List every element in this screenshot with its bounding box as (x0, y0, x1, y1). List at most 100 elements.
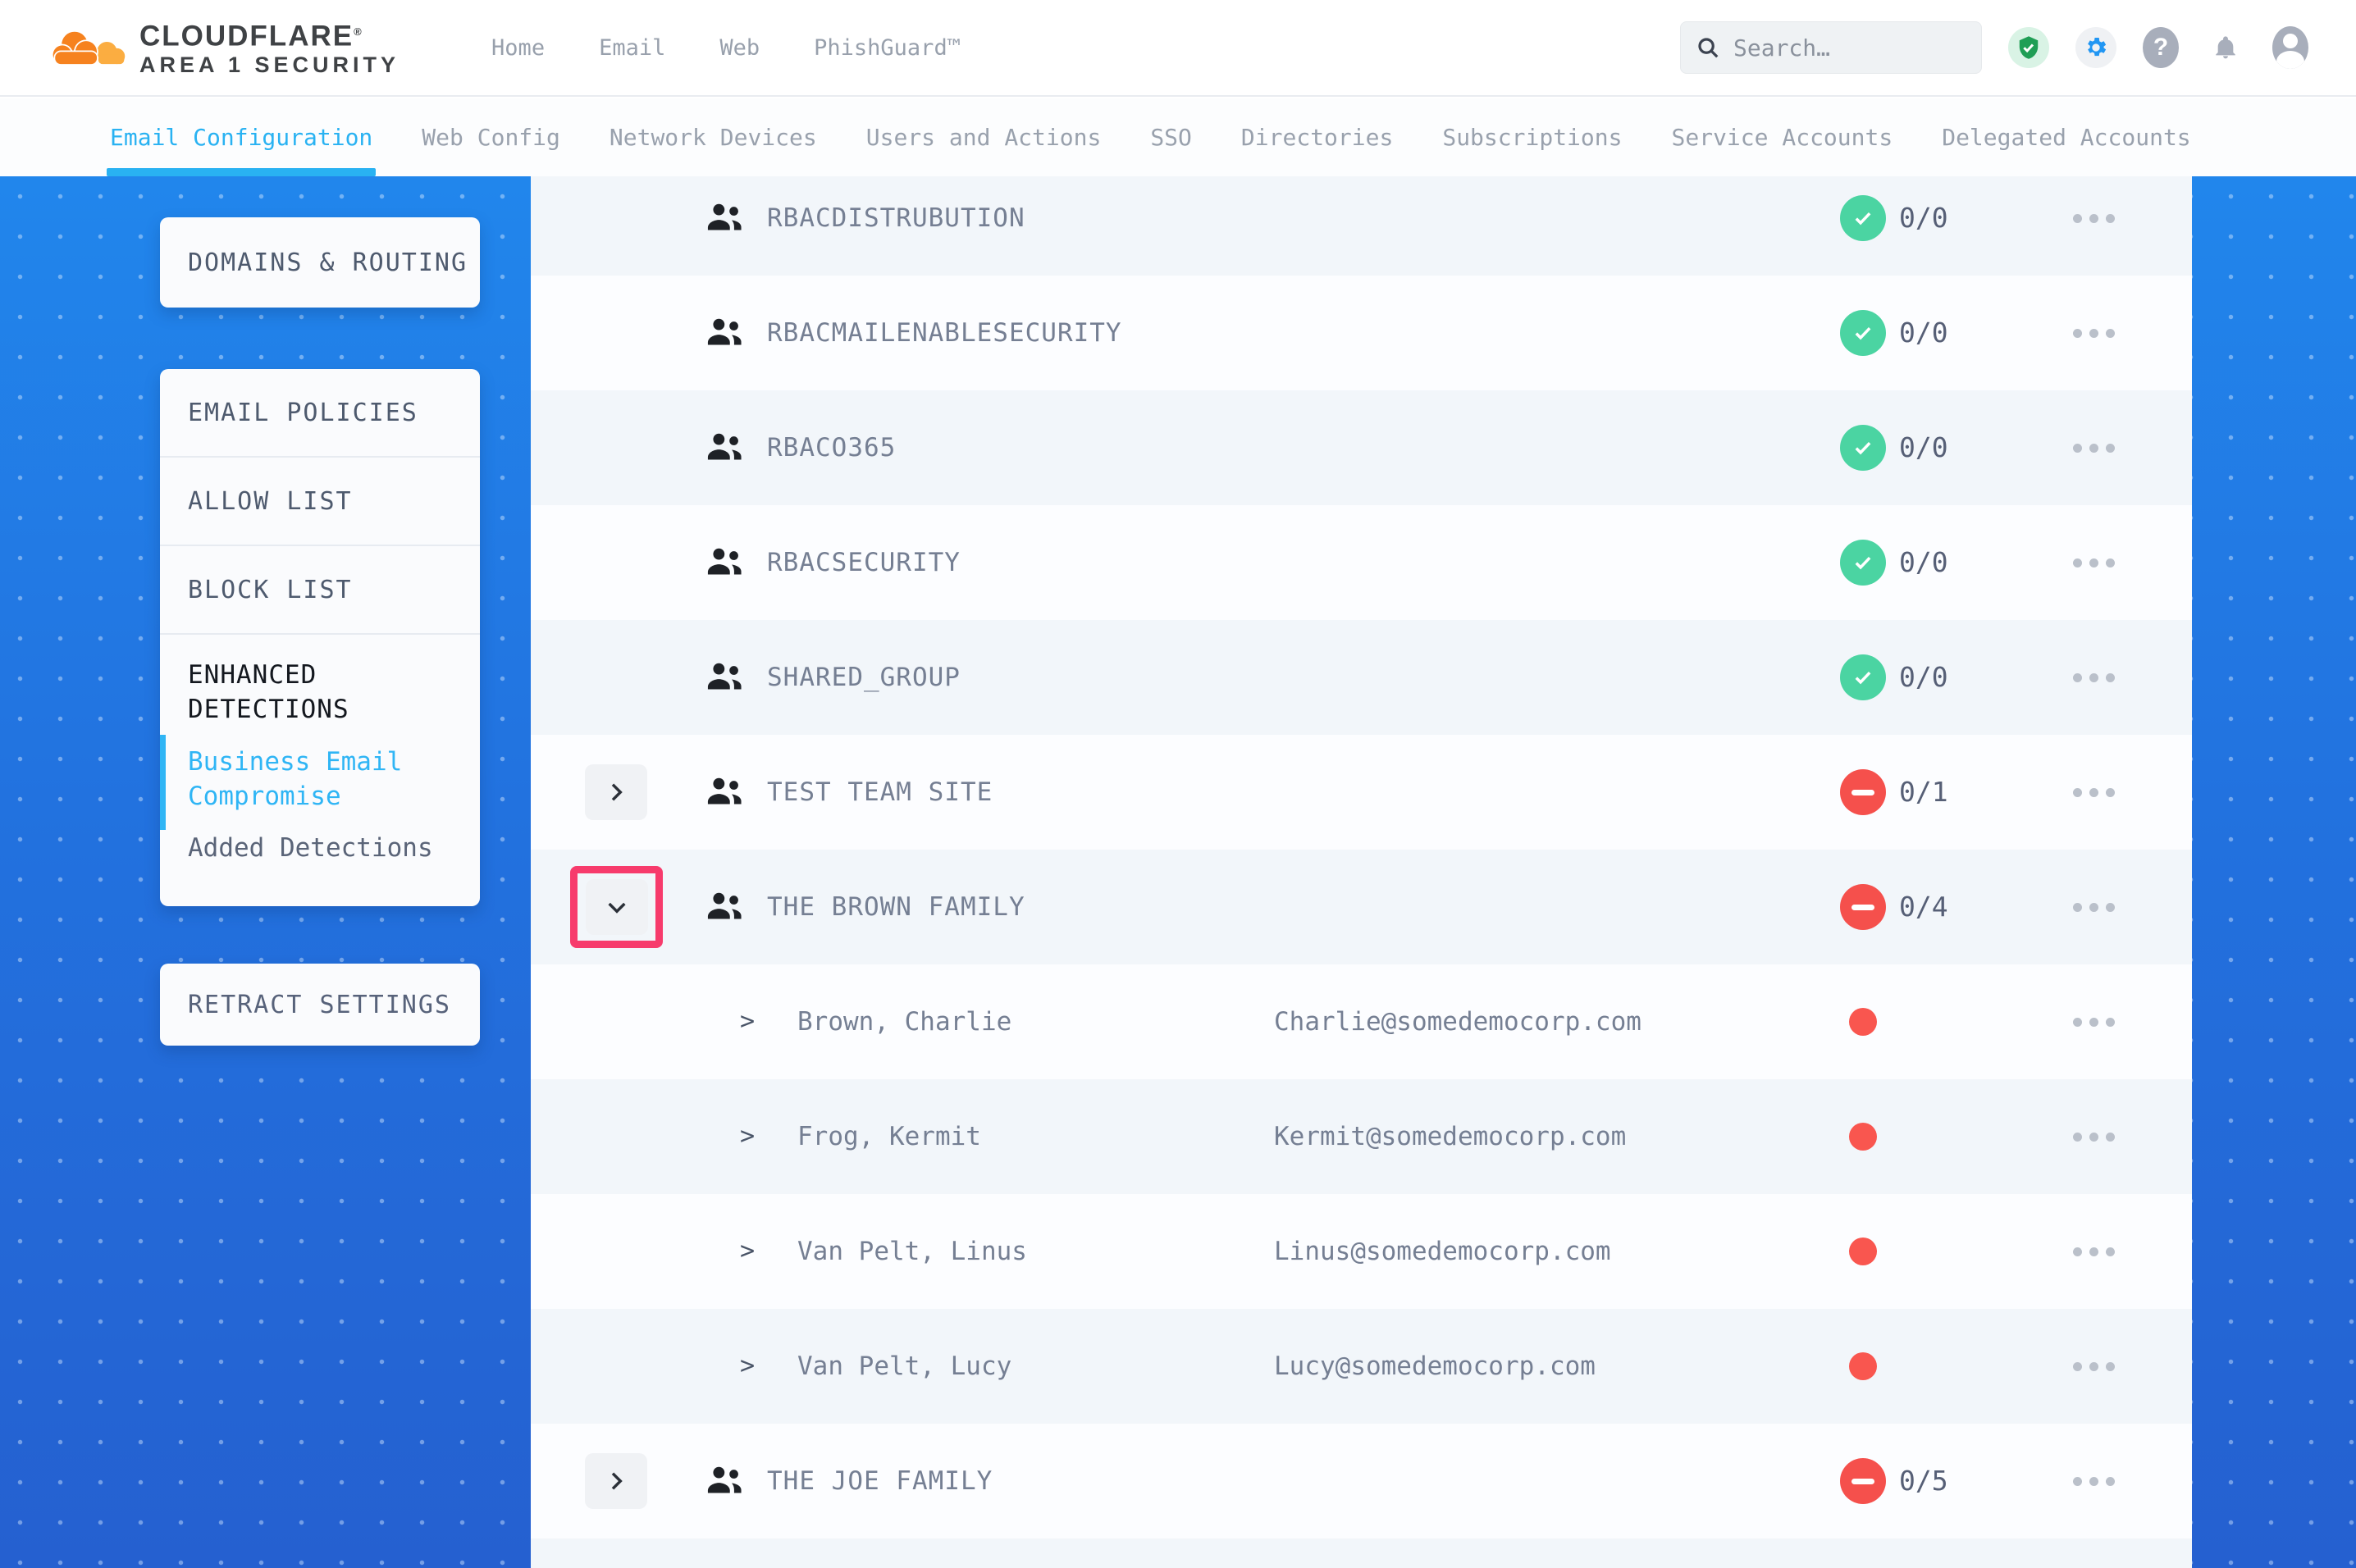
nav-home[interactable]: Home (491, 35, 545, 61)
group-icon (706, 203, 744, 234)
search-input[interactable] (1733, 34, 1938, 62)
row-actions-button[interactable] (2073, 850, 2115, 964)
shield-check-icon[interactable] (2008, 27, 2049, 68)
nav-phishguard[interactable]: PhishGuard™ (814, 35, 961, 61)
chevron-right-icon[interactable]: > (740, 1309, 755, 1424)
cloudflare-cloud-icon (51, 22, 126, 73)
chevron-right-icon (608, 1471, 624, 1491)
member-email: Lucy@somedemocorp.com (1274, 1309, 1596, 1424)
row-actions-button[interactable] (2073, 1424, 2115, 1538)
row-actions-button[interactable] (2073, 620, 2115, 735)
chevron-right-icon[interactable]: > (740, 1079, 755, 1194)
tab-network-devices[interactable]: Network Devices (610, 98, 817, 176)
group-name: SHARED_GROUP (767, 620, 961, 735)
group-name: RBACDISTRUBUTION (767, 176, 1025, 276)
tab-subscriptions[interactable]: Subscriptions (1442, 98, 1622, 176)
table-row: RBACMAILENABLESECURITY 0/0 (531, 276, 2192, 390)
expand-row-button[interactable] (585, 1453, 647, 1509)
tab-users-and-actions[interactable]: Users and Actions (866, 98, 1102, 176)
chevron-right-icon (608, 782, 624, 802)
sidebar-section-enhanced-detections: ENHANCED DETECTIONS Business Email Compr… (160, 635, 480, 863)
config-subnav: Email Configuration Web Config Network D… (0, 98, 2356, 176)
check-icon (1840, 654, 1886, 700)
group-icon (706, 317, 744, 349)
row-actions-button[interactable] (2073, 1309, 2115, 1424)
sidebar-item-domains-routing[interactable]: DOMAINS & ROUTING (160, 217, 480, 308)
search-icon (1696, 35, 1720, 60)
sidebar-item-block-list[interactable]: BLOCK LIST (160, 546, 480, 635)
row-actions-button[interactable] (2073, 276, 2115, 390)
status-badge (1840, 1458, 1886, 1504)
status-badge (1840, 425, 1886, 471)
row-actions-button[interactable] (2073, 390, 2115, 505)
member-count: 0/1 (1899, 735, 1948, 850)
cloudflare-logo: CLOUDFLARE® AREA 1 SECURITY (51, 17, 400, 78)
table-row-member: > Van Pelt, Linus Linus@somedemocorp.com (531, 1194, 2192, 1309)
row-actions-button[interactable] (2073, 735, 2115, 850)
gear-icon[interactable] (2075, 27, 2116, 68)
nav-email[interactable]: Email (599, 35, 665, 61)
status-flag-dot (1840, 999, 1886, 1045)
group-icon (706, 777, 744, 808)
header-actions: ? (1680, 21, 2308, 74)
sidebar-item-retract-settings[interactable]: RETRACT SETTINGS (160, 964, 480, 1046)
chevron-right-icon[interactable]: > (740, 1194, 755, 1309)
tab-directories[interactable]: Directories (1241, 98, 1393, 176)
tab-service-accounts[interactable]: Service Accounts (1672, 98, 1893, 176)
collapse-row-button[interactable] (586, 879, 648, 935)
group-name: THE BROWN FAMILY (767, 850, 1025, 964)
status-flag-dot (1840, 1114, 1886, 1160)
group-icon (706, 891, 744, 923)
tab-delegated-accounts[interactable]: Delegated Accounts (1942, 98, 2190, 176)
brand-name: CLOUDFLARE® (139, 17, 400, 52)
row-actions-button[interactable] (2073, 1079, 2115, 1194)
chevron-right-icon[interactable]: > (740, 964, 755, 1079)
sidebar-item-allow-list[interactable]: ALLOW LIST (160, 458, 480, 546)
account-avatar-icon[interactable] (2272, 26, 2308, 69)
check-icon (1840, 195, 1886, 241)
tab-sso[interactable]: SSO (1150, 98, 1192, 176)
check-icon (1840, 425, 1886, 471)
question-glyph: ? (2153, 34, 2168, 62)
group-icon (706, 1465, 744, 1497)
tab-web-config[interactable]: Web Config (422, 98, 560, 176)
chevron-down-icon (607, 899, 627, 915)
row-actions-button[interactable] (2073, 505, 2115, 620)
sidebar-item-email-policies[interactable]: EMAIL POLICIES (160, 369, 480, 458)
check-icon (1840, 540, 1886, 586)
member-email: Linus@somedemocorp.com (1274, 1194, 1611, 1309)
status-badge (1840, 884, 1886, 930)
member-count: 0/0 (1899, 390, 1948, 505)
row-actions-button[interactable] (2073, 1194, 2115, 1309)
member-name: Frog, Kermit (797, 1079, 981, 1194)
group-icon (706, 662, 744, 693)
tab-email-configuration[interactable]: Email Configuration (110, 98, 372, 176)
member-count: 0/0 (1899, 505, 1948, 620)
bell-icon[interactable] (2205, 27, 2246, 68)
table-row: THE BROWN FAMILY 0/4 (531, 850, 2192, 964)
search-box[interactable] (1680, 21, 1982, 74)
nav-web[interactable]: Web (719, 35, 760, 61)
status-badge (1840, 540, 1886, 586)
active-item-indicator (160, 735, 166, 830)
help-icon[interactable]: ? (2143, 27, 2179, 68)
table-row: RBACO365 0/0 (531, 390, 2192, 505)
row-actions-button[interactable] (2073, 176, 2115, 276)
expand-row-button[interactable] (585, 764, 647, 820)
registered-mark: ® (354, 25, 363, 38)
member-count: 0/0 (1899, 620, 1948, 735)
table-row-partial (531, 1538, 2192, 1568)
main-background: DOMAINS & ROUTING EMAIL POLICIES ALLOW L… (0, 176, 2356, 1568)
sidebar-item-added-detections[interactable]: Added Detections (188, 833, 455, 863)
group-name: RBACMAILENABLESECURITY (767, 276, 1122, 390)
group-icon (706, 432, 744, 463)
status-badge (1840, 195, 1886, 241)
row-actions-button[interactable] (2073, 964, 2115, 1079)
member-name: Van Pelt, Lucy (797, 1309, 1011, 1424)
sidebar-item-business-email-compromise[interactable]: Business Email Compromise (188, 745, 455, 814)
member-email: Charlie@somedemocorp.com (1274, 964, 1641, 1079)
groups-table-panel: RBACDISTRUBUTION 0/0 RBACMAILENABLESECUR… (531, 176, 2192, 1568)
enhanced-detections-label[interactable]: ENHANCED DETECTIONS (188, 658, 455, 727)
table-row: THE JOE FAMILY 0/5 (531, 1424, 2192, 1538)
sidebar-policies-card: EMAIL POLICIES ALLOW LIST BLOCK LIST ENH… (160, 369, 480, 906)
